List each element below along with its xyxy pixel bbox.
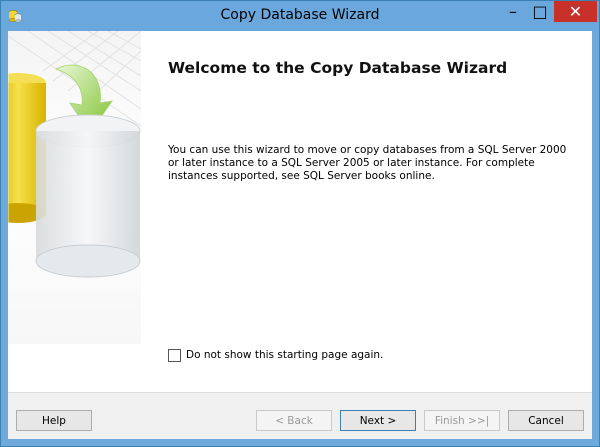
maximize-icon: □ (532, 2, 548, 21)
cancel-button[interactable]: Cancel (508, 410, 584, 431)
close-button[interactable]: ✕ (554, 1, 597, 22)
back-button[interactable]: < Back (256, 410, 332, 431)
finish-button[interactable]: Finish >>| (424, 410, 500, 431)
button-bar: Help < Back Next > Finish >>| Cancel (8, 392, 592, 439)
database-copy-illustration (8, 31, 141, 278)
wizard-client-area: Welcome to the Copy Database Wizard You … (8, 31, 592, 439)
page-title: Welcome to the Copy Database Wizard (168, 59, 508, 77)
next-button[interactable]: Next > (340, 410, 416, 431)
maximize-button[interactable]: □ (527, 1, 553, 22)
page-description: You can use this wizard to move or copy … (168, 144, 567, 182)
title-bar[interactable]: Copy Database Wizard – □ ✕ (1, 1, 599, 31)
side-graphic-panel (8, 31, 141, 344)
dont-show-again-label[interactable]: Do not show this starting page again. (186, 349, 383, 361)
dont-show-again-checkbox[interactable] (168, 349, 181, 362)
wizard-window: Copy Database Wizard – □ ✕ Welcome to th… (0, 0, 600, 447)
minimize-icon: – (509, 2, 517, 21)
help-button[interactable]: Help (16, 410, 92, 431)
minimize-button[interactable]: – (500, 1, 526, 22)
close-icon: ✕ (568, 2, 583, 21)
